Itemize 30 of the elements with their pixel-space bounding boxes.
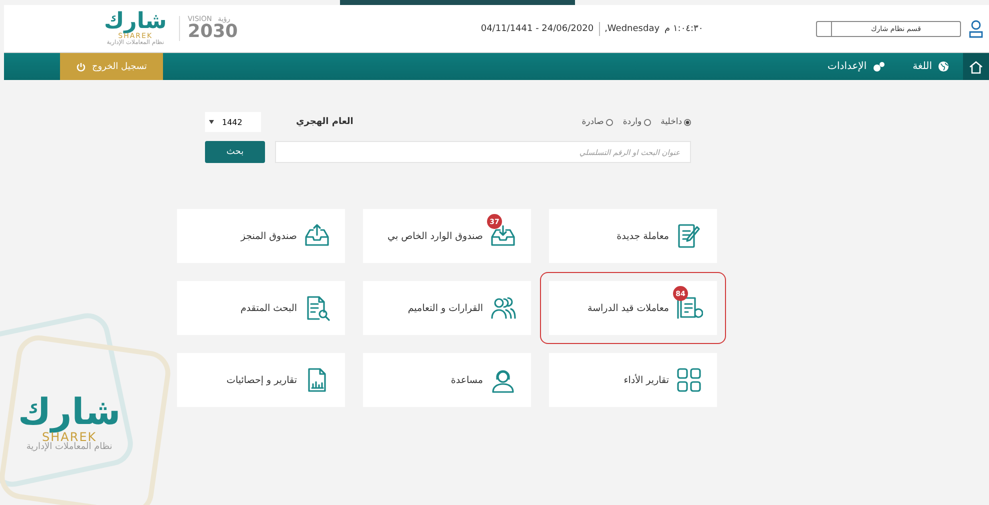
power-icon (76, 62, 86, 72)
type-radio[interactable]: داخلية (660, 117, 691, 127)
nav-item[interactable]: الإعدادات (814, 53, 899, 80)
menu-tile[interactable]: القرارات و التعاميم (363, 281, 531, 335)
home-icon (969, 60, 983, 74)
menu-tile[interactable]: معاملة جديدة (549, 209, 717, 263)
menu-tile[interactable]: تقارير الأداء (549, 353, 717, 407)
logo-wordmark: شارك (18, 395, 121, 431)
year-label: العام الهجري (296, 117, 354, 127)
menu-tile[interactable]: البحث المتقدم (177, 281, 345, 335)
type-radio[interactable]: صادرة (582, 117, 613, 127)
user-icon[interactable] (969, 20, 983, 38)
logo-latin-name: SHAREK (42, 431, 97, 443)
search-button[interactable]: بحث (205, 141, 265, 163)
grid-icon (675, 366, 703, 394)
date-text: 04/11/1441 - 24/06/2020 (480, 24, 594, 34)
logo-subtitle: نظام المعاملات الإدارية (26, 443, 112, 452)
globe-icon (938, 61, 949, 72)
type-radio[interactable]: واردة (622, 117, 651, 127)
nav-item[interactable]: اللغة (898, 53, 963, 80)
caret-icon (209, 120, 214, 124)
time-text: ١:٠٤:٣٠ م (664, 24, 704, 34)
nav-item[interactable] (963, 53, 989, 80)
logo-wordmark: شارك (104, 11, 167, 33)
menu-tile[interactable]: صندوق المنجز (177, 209, 345, 263)
vision-year: 2030 (188, 23, 238, 41)
weekday-text: ,Wednesday (604, 24, 660, 34)
menu-tile[interactable]: مساعدة (363, 353, 531, 407)
menu-tile[interactable]: تقارير و إحصائيات (177, 353, 345, 407)
year-select[interactable]: 1442 (205, 112, 261, 132)
